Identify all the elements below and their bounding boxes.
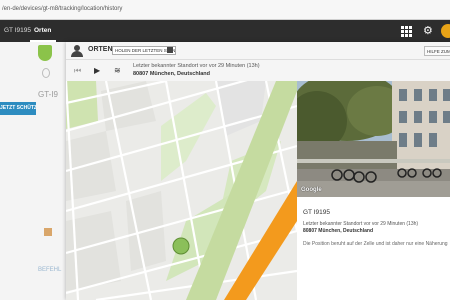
browser-url-bar[interactable]: /en-de/devices/gt-m8/tracking/location/h… bbox=[0, 0, 450, 20]
protect-button[interactable]: JETZT SCHÜTZEN bbox=[0, 102, 36, 115]
shield-icon bbox=[38, 45, 52, 61]
tab-locate[interactable]: Orten bbox=[30, 20, 56, 42]
map-view[interactable] bbox=[66, 81, 297, 300]
rewind-icon[interactable]: ⏮ bbox=[74, 67, 82, 75]
info-accuracy-note: Die Position beruht auf der Zelle und is… bbox=[303, 241, 448, 247]
background-page: GT-I9 JETZT SCHÜTZEN BEFEHL bbox=[0, 42, 70, 300]
app-header: GT I9195 Orten ⚙ bbox=[0, 20, 450, 42]
last-known-status: Letzter bekannter Standort vor vor 29 Mi… bbox=[133, 63, 260, 69]
playback-controls: ⏮ ▶ ≋ Letzter bekannter Standort vor vor… bbox=[66, 61, 450, 81]
location-marker[interactable] bbox=[172, 237, 190, 255]
apps-grid-icon[interactable] bbox=[401, 26, 412, 37]
map-canvas[interactable] bbox=[66, 81, 297, 300]
gear-icon[interactable]: ⚙ bbox=[423, 25, 435, 37]
calendar-icon[interactable] bbox=[167, 47, 173, 53]
device-heading: GT-I9 bbox=[38, 90, 59, 99]
locate-person-icon bbox=[71, 45, 85, 57]
device-name: GT I9195 bbox=[303, 209, 330, 216]
url-text[interactable]: /en-de/devices/gt-m8/tracking/location/h… bbox=[2, 6, 122, 12]
help-button[interactable]: HILFE ZUM ORTEN bbox=[424, 46, 450, 56]
last-known-address: 80807 München, Deutschland bbox=[133, 71, 211, 77]
play-icon[interactable]: ▶ bbox=[94, 67, 102, 75]
dialog-header: ORTEN HOLEN DER LETZTEN STANDORTE HILFE … bbox=[66, 42, 450, 60]
location-info-panel: GT I9195 Letzter bekannter Standort vor … bbox=[297, 197, 450, 300]
layers-icon[interactable]: ≋ bbox=[114, 67, 124, 75]
user-avatar[interactable] bbox=[441, 24, 450, 38]
lightbulb-icon bbox=[42, 68, 50, 78]
dialog-title: ORTEN bbox=[88, 46, 113, 53]
command-link[interactable]: BEFEHL bbox=[38, 267, 61, 273]
sim-icon bbox=[44, 228, 52, 236]
locate-dialog: ORTEN HOLEN DER LETZTEN STANDORTE HILFE … bbox=[66, 42, 450, 300]
google-logo: Google bbox=[301, 187, 322, 193]
info-address: 80807 München, Deutschland bbox=[303, 228, 374, 234]
street-view[interactable]: Google bbox=[297, 81, 450, 197]
info-last-known: Letzter bekannter Standort vor vor 29 Mi… bbox=[303, 221, 419, 227]
